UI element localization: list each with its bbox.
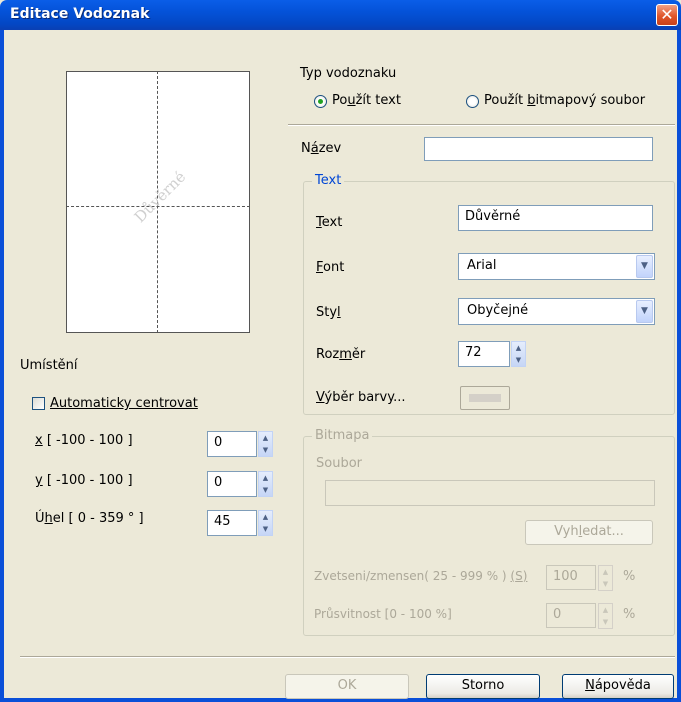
scale-unit: % <box>623 569 636 584</box>
transparency-unit: % <box>623 607 636 622</box>
spin-up-icon[interactable]: ▲ <box>599 604 612 616</box>
browse-button[interactable]: Vyhledat... <box>525 520 653 545</box>
auto-center-label[interactable]: Automaticky centrovat <box>50 396 198 411</box>
spin-up-icon[interactable]: ▲ <box>259 472 272 484</box>
size-label: Rozměr <box>316 347 366 362</box>
color-swatch <box>469 394 501 402</box>
y-input[interactable]: 0 <box>207 471 257 497</box>
chevron-down-icon[interactable]: ▼ <box>636 255 653 278</box>
footer-separator-highlight <box>20 657 675 658</box>
chevron-down-icon[interactable]: ▼ <box>636 300 653 323</box>
spin-down-icon[interactable]: ▼ <box>512 354 525 366</box>
size-spinner[interactable]: ▲ ▼ <box>511 341 526 367</box>
file-label: Soubor <box>316 456 362 471</box>
scale-input[interactable]: 100 <box>546 565 596 590</box>
y-spinner[interactable]: ▲ ▼ <box>258 471 273 497</box>
spin-up-icon[interactable]: ▲ <box>259 511 272 523</box>
bitmap-group-legend: Bitmapa <box>312 428 373 443</box>
close-button[interactable]: ✕ <box>656 4 678 26</box>
spin-down-icon[interactable]: ▼ <box>599 578 612 590</box>
spin-up-icon[interactable]: ▲ <box>512 342 525 354</box>
use-text-radio[interactable] <box>314 95 327 108</box>
font-select-value: Arial <box>467 258 497 273</box>
help-button[interactable]: Nápověda <box>562 674 674 699</box>
use-text-label[interactable]: Použít text <box>332 93 401 108</box>
font-label: Font <box>316 260 345 275</box>
scale-spinner[interactable]: ▲ ▼ <box>598 565 613 591</box>
style-select[interactable]: Obyčejné ▼ <box>458 298 655 325</box>
separator-highlight <box>288 125 675 126</box>
x-spinner[interactable]: ▲ ▼ <box>258 431 273 457</box>
use-bitmap-radio[interactable] <box>466 95 479 108</box>
scale-label: Zvetseni/zmensen( 25 - 999 % ) (S) <box>314 569 528 583</box>
angle-spinner[interactable]: ▲ ▼ <box>258 510 273 536</box>
ok-button[interactable]: OK <box>285 674 409 699</box>
size-input[interactable]: 72 <box>458 341 510 367</box>
placement-heading: Umístění <box>20 358 78 373</box>
window-border-left <box>0 30 4 702</box>
color-label: Výběr barvy... <box>316 390 406 405</box>
color-button[interactable] <box>460 386 510 410</box>
font-select[interactable]: Arial ▼ <box>458 253 655 280</box>
style-label: Styl <box>316 305 341 320</box>
angle-label: Úhel [ 0 - 359 ° ] <box>35 511 144 526</box>
angle-input[interactable]: 45 <box>207 510 257 536</box>
spin-down-icon[interactable]: ▼ <box>259 523 272 535</box>
transparency-spinner[interactable]: ▲ ▼ <box>598 603 613 629</box>
text-label: Text <box>316 215 343 230</box>
window-title: Editace Vodoznak <box>10 6 150 22</box>
window-border-right <box>677 30 681 702</box>
spin-up-icon[interactable]: ▲ <box>599 566 612 578</box>
name-label: Název <box>301 141 342 156</box>
name-input[interactable] <box>424 137 653 161</box>
style-select-value: Obyčejné <box>467 303 529 318</box>
y-label: y [ -100 - 100 ] <box>35 473 133 488</box>
transparency-input[interactable]: 0 <box>546 603 596 628</box>
cancel-button[interactable]: Storno <box>426 674 540 699</box>
use-bitmap-label[interactable]: Použít bitmapový soubor <box>484 93 645 108</box>
spin-up-icon[interactable]: ▲ <box>259 432 272 444</box>
spin-down-icon[interactable]: ▼ <box>259 484 272 496</box>
file-input[interactable] <box>325 480 655 506</box>
x-input[interactable]: 0 <box>207 431 257 457</box>
spin-down-icon[interactable]: ▼ <box>599 616 612 628</box>
watermark-type-heading: Typ vodoznaku <box>300 66 397 81</box>
auto-center-checkbox[interactable] <box>32 397 45 410</box>
text-group-legend: Text <box>312 173 345 188</box>
transparency-label: Průsvitnost [0 - 100 %] <box>314 607 452 621</box>
text-input[interactable]: Důvěrné <box>458 205 653 231</box>
spin-down-icon[interactable]: ▼ <box>259 444 272 456</box>
x-label: x [ -100 - 100 ] <box>35 433 133 448</box>
